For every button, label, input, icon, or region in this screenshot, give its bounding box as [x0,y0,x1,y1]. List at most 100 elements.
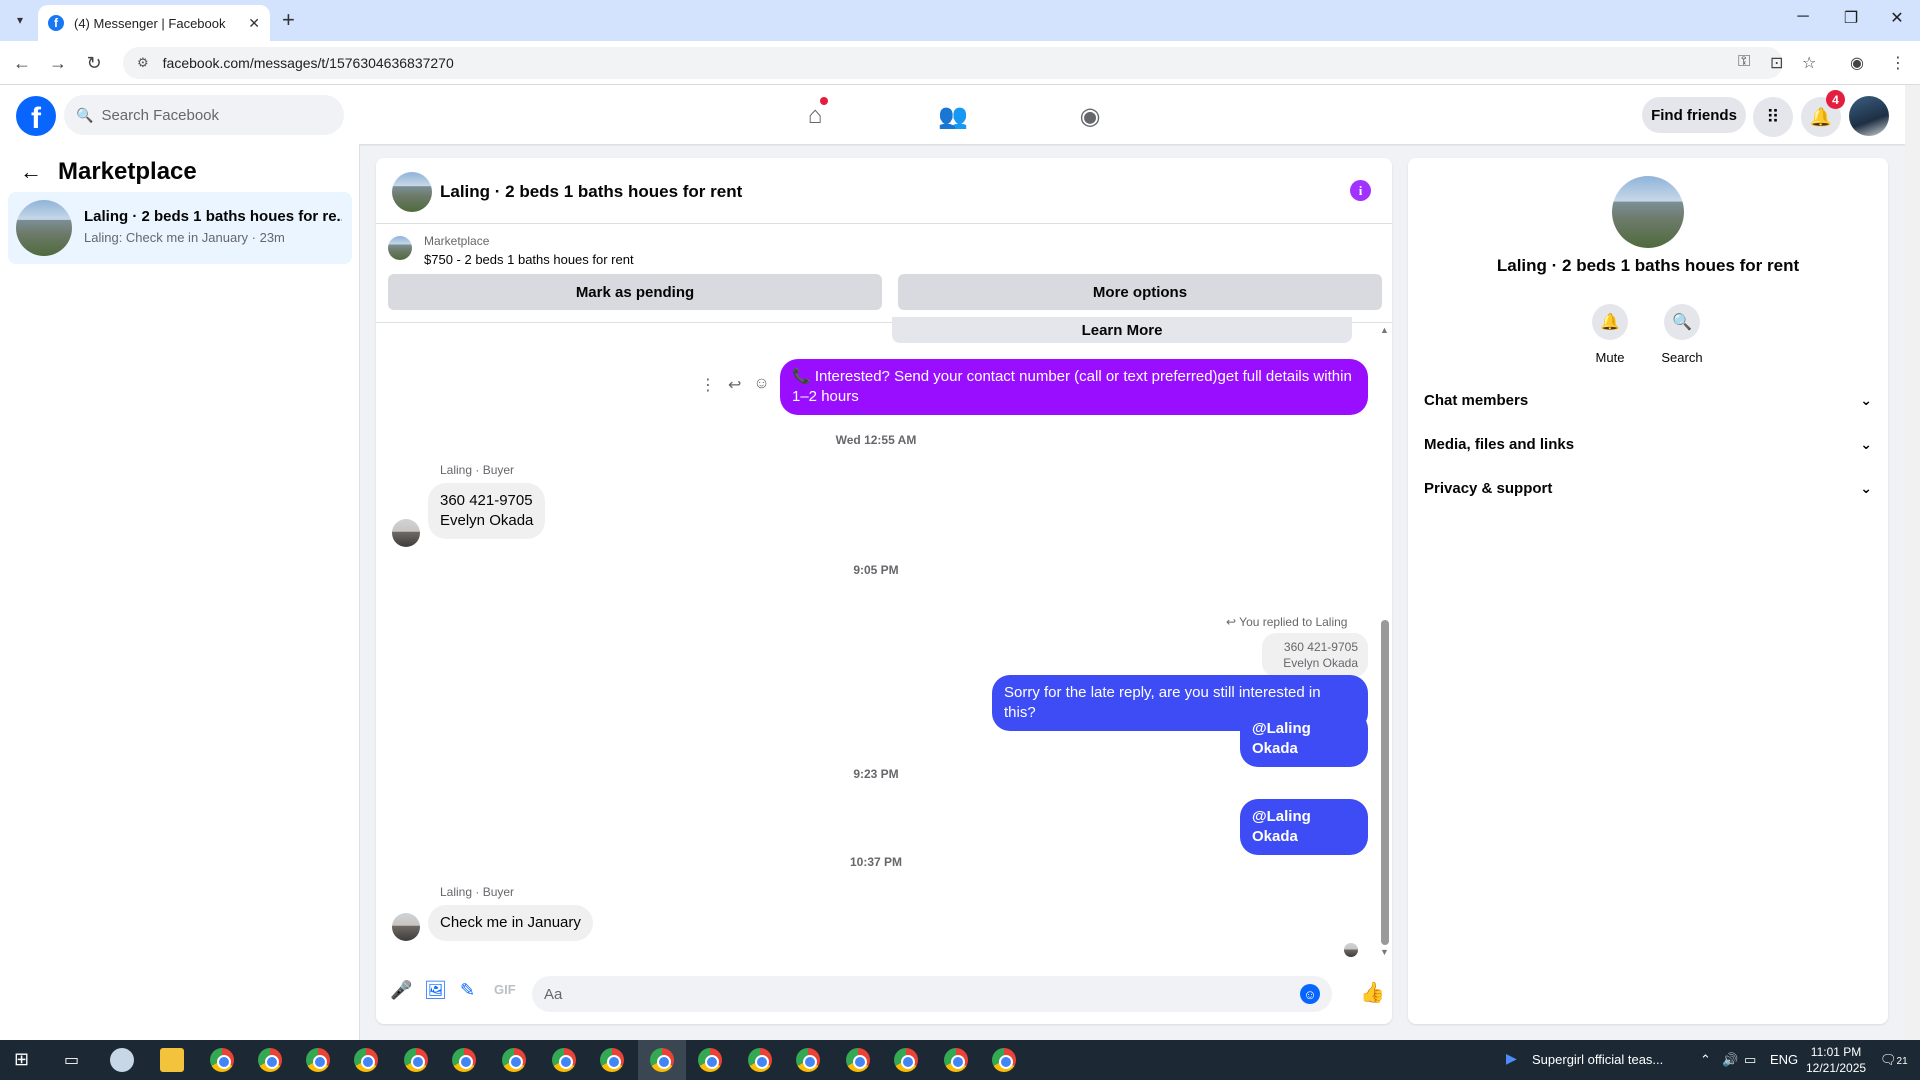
site-info-icon[interactable]: ⚙ [137,55,149,71]
url-field[interactable]: ⚙ facebook.com/messages/t/15763046368372… [123,47,1783,79]
chrome-icon[interactable] [404,1048,428,1072]
scroll-thumb[interactable] [1381,620,1389,945]
app-icon[interactable] [110,1048,134,1072]
scroll-down-icon[interactable]: ▼ [1380,947,1389,957]
chat-title[interactable]: Laling · 2 beds 1 baths houes for rent [440,182,742,202]
quoted-message[interactable]: 360 421-9705 Evelyn Okada [1262,633,1368,677]
chrome-icon[interactable] [894,1048,918,1072]
mute-button[interactable]: 🔔 Mute [1580,304,1640,365]
home-icon[interactable]: ⌂ [798,99,832,133]
more-options-button[interactable]: More options [898,274,1382,310]
sent-mention-message[interactable]: @Laling Okada [1240,711,1368,767]
minimize-icon[interactable]: ─ [1788,8,1818,26]
timestamp: 9:05 PM [853,563,899,577]
windows-start-icon[interactable]: ⊞ [14,1049,29,1070]
browser-menu-icon[interactable]: ⋮ [1890,53,1906,73]
more-icon[interactable]: ⋮ [700,375,716,395]
account-avatar[interactable] [1849,96,1889,136]
password-key-icon[interactable]: ⚿ [1738,53,1750,71]
chrome-icon[interactable] [846,1048,870,1072]
browser-tab[interactable]: f (4) Messenger | Facebook ✕ [38,5,270,41]
section-media-files-links[interactable]: Media, files and links ⌄ [1424,426,1872,462]
tab-close-icon[interactable]: ✕ [248,15,260,32]
chat-scrollbar[interactable]: ▲ ▼ [1378,323,1390,963]
quoted-line: 360 421-9705 [1283,640,1358,654]
sticker-icon[interactable]: ✎ [460,980,475,1001]
chrome-icon[interactable] [698,1048,722,1072]
chrome-icon[interactable] [306,1048,330,1072]
file-explorer-icon[interactable] [160,1048,184,1072]
bookmark-star-icon[interactable]: ☆ [1802,53,1816,73]
thumbs-up-icon[interactable]: 👍 [1360,980,1385,1005]
reload-icon[interactable]: ↻ [82,51,106,75]
timestamp: 9:23 PM [853,767,899,781]
buyer-avatar[interactable] [392,913,420,941]
find-friends-button[interactable]: Find friends [1642,97,1746,133]
listing-photo[interactable] [1612,176,1684,248]
install-app-icon[interactable]: ⊡ [1770,53,1783,73]
chrome-icon[interactable] [502,1048,526,1072]
chrome-icon[interactable] [650,1048,674,1072]
chrome-icon[interactable] [258,1048,282,1072]
task-view-icon[interactable]: ▭ [64,1050,79,1070]
back-arrow-icon[interactable]: ← [20,159,42,185]
network-icon[interactable]: ▭ [1744,1052,1756,1068]
section-privacy-support[interactable]: Privacy & support ⌄ [1424,470,1872,506]
sent-mention-message[interactable]: @Laling Okada [1240,799,1368,855]
listing-price[interactable]: $750 - 2 beds 1 baths houes for rent [424,252,634,267]
listing-thumbnail [16,200,72,256]
mark-as-pending-button[interactable]: Mark as pending [388,274,882,310]
groups-icon[interactable]: ◉ [1073,99,1107,133]
info-icon[interactable]: i [1350,180,1371,201]
microphone-icon[interactable]: 🎤 [390,980,412,1001]
section-chat-members[interactable]: Chat members ⌄ [1424,382,1872,418]
page-scrollbar[interactable] [1905,85,1920,1040]
gif-icon[interactable]: GIF [494,982,516,997]
search-in-conversation-button[interactable]: 🔍 Search [1652,304,1712,365]
emoji-icon[interactable]: ☺ [1300,984,1320,1004]
chrome-icon[interactable] [600,1048,624,1072]
chrome-icon[interactable] [552,1048,576,1072]
chrome-icon[interactable] [452,1048,476,1072]
message-input[interactable]: Aa ☺ [532,976,1332,1012]
facebook-search-input[interactable]: 🔍 Search Facebook [64,95,344,135]
menu-grid-icon[interactable]: ⠿ [1753,97,1793,137]
media-play-icon[interactable]: ▶ [1506,1050,1517,1067]
tray-overflow-icon[interactable]: ⌃ [1700,1052,1711,1068]
speaker-icon[interactable]: 🔊 [1722,1052,1738,1068]
facebook-logo-icon[interactable]: f [16,96,56,136]
chrome-icon[interactable] [354,1048,378,1072]
close-window-icon[interactable]: ✕ [1882,8,1912,28]
language-indicator[interactable]: ENG [1770,1052,1798,1067]
sent-message[interactable]: 📞 Interested? Send your contact number (… [780,359,1368,415]
received-message[interactable]: 360 421-9705 Evelyn Okada [428,483,546,539]
received-message[interactable]: Check me in January [428,905,593,941]
restore-icon[interactable]: ❐ [1836,8,1866,28]
chrome-icon[interactable] [748,1048,772,1072]
back-icon[interactable]: ← [10,51,34,75]
media-title[interactable]: Supergirl official teas... [1532,1052,1663,1067]
facebook-favicon-icon: f [48,15,64,31]
notification-center-icon[interactable]: 🗨21 [1880,1052,1908,1068]
marketplace-listing-banner: Marketplace $750 - 2 beds 1 baths houes … [376,224,1392,322]
chrome-icon[interactable] [944,1048,968,1072]
profile-icon[interactable]: ◉ [1850,53,1864,73]
chrome-icon[interactable] [796,1048,820,1072]
conversation-item[interactable]: Laling · 2 beds 1 baths houes for re... … [8,192,352,264]
friends-icon[interactable]: 👥 [936,99,970,133]
scroll-up-icon[interactable]: ▲ [1380,325,1389,335]
tab-search-icon[interactable]: ▾ [8,8,32,32]
reply-icon[interactable]: ↩ [728,375,741,395]
clock[interactable]: 11:01 PM 12/21/2025 [1806,1044,1866,1076]
chrome-icon[interactable] [992,1048,1016,1072]
react-emoji-icon[interactable]: ☺ [753,375,769,395]
attach-photo-icon[interactable]: 🖼 [424,980,447,1001]
chevron-down-icon: ⌄ [1860,435,1872,452]
forward-icon[interactable]: → [46,51,70,75]
chat-avatar[interactable] [392,172,432,212]
message-composer: 🎤 🖼 ✎ GIF Aa ☺ 👍 [376,962,1392,1024]
new-tab-icon[interactable]: + [282,8,295,32]
learn-more-button[interactable]: Learn More [892,317,1352,343]
chrome-icon[interactable] [210,1048,234,1072]
buyer-avatar[interactable] [392,519,420,547]
